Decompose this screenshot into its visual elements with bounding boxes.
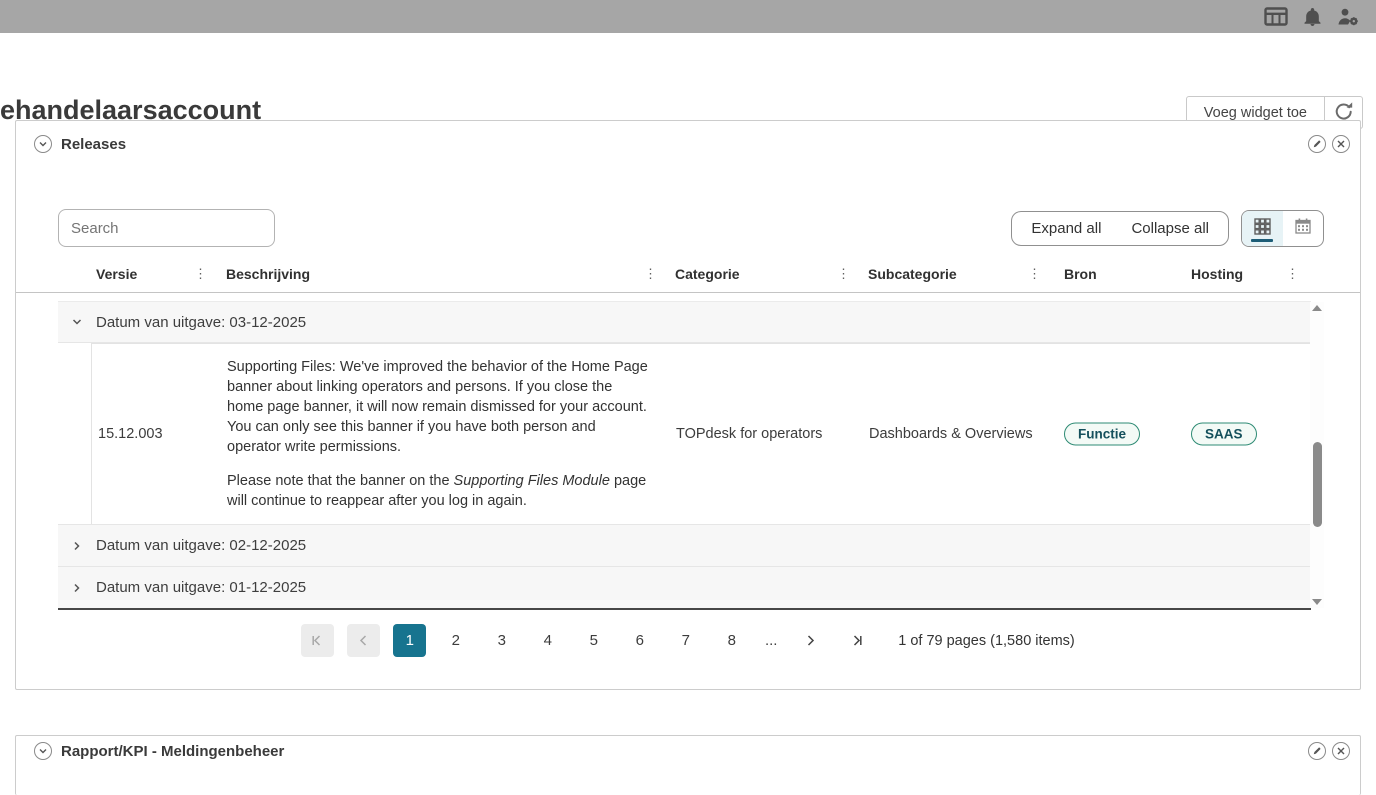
group-row-label: Datum van uitgave: 02-12-2025: [96, 537, 307, 554]
edit-widget-icon[interactable]: [1308, 135, 1326, 153]
scroll-up-icon[interactable]: [1312, 305, 1322, 311]
chevron-down-icon[interactable]: [68, 315, 86, 329]
edit-widget-icon[interactable]: [1308, 742, 1326, 760]
releases-widget: Releases Expand all Collapse all: [15, 120, 1361, 690]
release-row[interactable]: 15.12.003 Supporting Files: We've improv…: [58, 343, 1311, 525]
topbar: [0, 0, 1376, 33]
cell-versie: 15.12.003: [98, 426, 163, 442]
release-row-box: 15.12.003 Supporting Files: We've improv…: [91, 343, 1311, 524]
collapse-all-button[interactable]: Collapse all: [1131, 220, 1209, 237]
report-kpi-widget: Rapport/KPI - Meldingenbeheer: [15, 735, 1361, 795]
column-header-beschrijving[interactable]: Beschrijving: [226, 266, 310, 282]
table-header: Versie ⋮ Beschrijving ⋮ Categorie ⋮ Subc…: [16, 259, 1360, 293]
group-row-label: Datum van uitgave: 01-12-2025: [96, 579, 307, 596]
column-menu-icon[interactable]: ⋮: [1028, 266, 1041, 282]
close-widget-icon[interactable]: [1332, 742, 1350, 760]
page-button[interactable]: 2: [439, 624, 472, 657]
cell-categorie: TOPdesk for operators: [676, 426, 823, 442]
column-menu-icon[interactable]: ⋮: [837, 266, 850, 282]
prev-page-button[interactable]: [347, 624, 381, 657]
page-button[interactable]: 4: [531, 624, 564, 657]
group-row-expanded[interactable]: Datum van uitgave: 03-12-2025: [58, 302, 1311, 343]
view-toggle: [1241, 210, 1324, 247]
pagination: 1 2 3 4 5 6 7 8 ... 1 of 79 pages (1,580…: [16, 624, 1360, 657]
vertical-scrollbar[interactable]: [1310, 302, 1324, 608]
group-row-label: Datum van uitgave: 03-12-2025: [96, 313, 307, 331]
widget-title: Rapport/KPI - Meldingenbeheer: [61, 742, 285, 760]
page-button[interactable]: 6: [623, 624, 656, 657]
hosting-tag: SAAS: [1191, 422, 1257, 446]
planner-icon[interactable]: [1264, 7, 1288, 26]
releases-widget-header: Releases: [16, 121, 1360, 153]
page-header: ehandelaarsaccount Voeg widget toe: [0, 33, 1376, 129]
next-page-button[interactable]: [794, 624, 827, 657]
chevron-right-icon[interactable]: [68, 581, 86, 595]
column-header-versie[interactable]: Versie: [96, 266, 137, 282]
notifications-bell-icon[interactable]: [1303, 7, 1322, 27]
operator-settings-icon[interactable]: [1337, 7, 1360, 27]
column-header-subcategorie[interactable]: Subcategorie: [868, 266, 957, 282]
column-menu-icon[interactable]: ⋮: [644, 266, 657, 282]
last-page-button[interactable]: [840, 624, 873, 657]
page-button-current[interactable]: 1: [393, 624, 427, 657]
scroll-down-icon[interactable]: [1312, 599, 1322, 605]
first-page-button[interactable]: [301, 624, 335, 657]
cell-hosting: SAAS: [1191, 422, 1257, 446]
expand-all-button[interactable]: Expand all: [1031, 220, 1101, 237]
calendar-view-icon: [1295, 218, 1311, 239]
column-menu-icon[interactable]: ⋮: [194, 266, 207, 282]
grid-view-icon: [1254, 217, 1271, 240]
cell-subcategorie: Dashboards & Overviews: [869, 426, 1033, 442]
report-kpi-widget-header: Rapport/KPI - Meldingenbeheer: [16, 736, 1360, 760]
column-header-bron[interactable]: Bron: [1064, 266, 1097, 282]
chevron-right-icon[interactable]: [68, 539, 86, 553]
group-row-collapsed[interactable]: Datum van uitgave: 02-12-2025: [58, 525, 1311, 567]
grid-view-button[interactable]: [1242, 211, 1283, 246]
group-row-collapsed[interactable]: Datum van uitgave: 01-12-2025: [58, 567, 1311, 608]
page-button[interactable]: 5: [577, 624, 610, 657]
widget-title: Releases: [61, 135, 127, 153]
cell-beschrijving: Supporting Files: We've improved the beh…: [227, 357, 652, 511]
table-body: Datum van uitgave: 03-12-2025 15.12.003 …: [58, 301, 1311, 610]
expand-collapse-group: Expand all Collapse all: [1011, 211, 1229, 246]
calendar-view-button[interactable]: [1283, 211, 1324, 246]
column-header-hosting[interactable]: Hosting: [1191, 266, 1243, 282]
bron-tag: Functie: [1064, 422, 1141, 446]
scrollbar-thumb[interactable]: [1312, 442, 1322, 527]
column-header-categorie[interactable]: Categorie: [675, 266, 740, 282]
collapse-widget-icon[interactable]: [34, 135, 52, 153]
description-paragraph: Supporting Files: We've improved the beh…: [227, 359, 648, 455]
search-input[interactable]: [58, 209, 275, 247]
page-button[interactable]: 3: [485, 624, 518, 657]
description-paragraph: Please note that the banner on the Suppo…: [227, 473, 647, 509]
close-widget-icon[interactable]: [1332, 135, 1350, 153]
page-button[interactable]: 8: [715, 624, 748, 657]
column-menu-icon[interactable]: ⋮: [1286, 266, 1299, 282]
collapse-widget-icon[interactable]: [34, 742, 52, 760]
cell-bron: Functie: [1064, 422, 1141, 446]
pagination-ellipsis: ...: [764, 632, 778, 649]
page-button[interactable]: 7: [669, 624, 702, 657]
pagination-summary: 1 of 79 pages (1,580 items): [898, 632, 1075, 649]
